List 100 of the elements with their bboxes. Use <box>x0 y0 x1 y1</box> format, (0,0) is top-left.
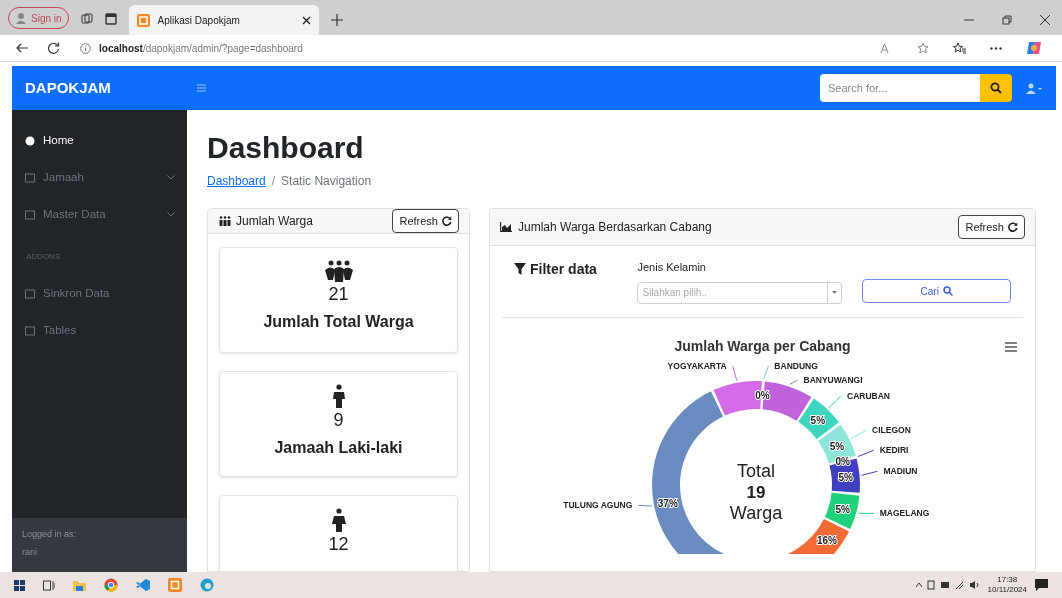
sidebar-item[interactable]: Master Data <box>12 196 187 233</box>
folder-icon[interactable] <box>73 579 86 591</box>
stat-value: 12 <box>328 533 349 556</box>
search-icon <box>942 286 953 296</box>
tab-title: Aplikasi Dapokjam <box>157 13 241 28</box>
refresh-button[interactable]: Refresh <box>958 215 1025 239</box>
slice-value-label: 16% <box>816 534 837 546</box>
area-chart-icon <box>500 222 512 232</box>
chart-menu-icon[interactable] <box>1005 341 1017 352</box>
url-field[interactable]: localhost/dapokjam/admin/?page=dashboard <box>99 40 303 56</box>
slice-value-label: 5% <box>829 440 844 452</box>
breadcrumb-separator: / <box>271 173 276 190</box>
sidebar-item[interactable]: Tables <box>12 312 187 349</box>
gender-select[interactable]: Silahkan pilih.. <box>637 281 843 304</box>
leader-line <box>731 365 737 381</box>
chevron-icon <box>167 212 175 217</box>
search-icon[interactable] <box>990 82 1002 94</box>
person-icon <box>331 384 346 408</box>
card-title: Jumlah Warga Berdasarkan Cabang <box>518 219 712 236</box>
breadcrumb-current: Static Navigation <box>281 173 372 190</box>
field-label: Jenis Kelamin <box>637 260 707 275</box>
back-arrow-icon[interactable] <box>16 43 28 53</box>
chrome-browser-icon[interactable] <box>104 578 118 592</box>
xampp-icon[interactable] <box>168 578 182 592</box>
star-icon[interactable] <box>917 42 929 54</box>
slice-category-label: MADIUN <box>883 465 917 476</box>
more-icon[interactable] <box>990 46 1002 50</box>
workspaces-icon[interactable] <box>80 13 93 25</box>
slice-value-label: 37% <box>657 497 678 509</box>
site-favicon <box>136 13 150 27</box>
close-icon[interactable] <box>1040 15 1050 25</box>
breadcrumb-link[interactable]: Dashboard <box>207 172 266 190</box>
leader-line <box>762 365 769 380</box>
reload-icon[interactable] <box>48 42 60 54</box>
nav-item-icon <box>25 172 35 183</box>
slice-category-label: MAGELANG <box>879 507 929 518</box>
clock-date: 10/11/2024 <box>987 585 1027 595</box>
user-dropdown-icon[interactable] <box>1026 82 1042 94</box>
nav-item-icon <box>25 135 35 146</box>
slice-category-label: YOGYAKARTA <box>667 360 727 371</box>
brand-title: DAPOKJAM <box>24 77 112 98</box>
slice-category-label: CARUBAN <box>846 390 890 401</box>
people-group-icon <box>218 216 232 226</box>
leader-line <box>857 512 874 514</box>
close-icon[interactable] <box>301 15 311 25</box>
edge-browser-icon[interactable] <box>200 578 214 592</box>
stat-value: 21 <box>328 283 349 306</box>
slice-value-label: 5% <box>810 414 825 426</box>
refresh-button[interactable]: Refresh <box>392 209 459 233</box>
clock-time: 17:38 <box>997 575 1018 585</box>
people-group-icon <box>322 260 355 282</box>
nav-item-icon <box>25 325 35 336</box>
code-editor-icon[interactable] <box>136 578 150 592</box>
sidebar-item[interactable]: Home <box>12 122 187 159</box>
slice-category-label: CILEGON <box>871 424 911 435</box>
sidebar-item[interactable]: Sinkron Data <box>12 275 187 312</box>
info-icon[interactable] <box>80 42 91 54</box>
leader-line <box>637 504 653 507</box>
search-button[interactable]: Cari <box>862 279 1011 303</box>
card-title: Jumlah Warga <box>236 213 313 230</box>
dropdown-caret-icon <box>832 291 838 294</box>
person-icon <box>330 508 347 532</box>
browser-tab[interactable]: Aplikasi Dapokjam <box>128 5 319 35</box>
stat-label: Jamaah Laki-laki <box>274 438 403 458</box>
slice-category-label: BANYUWANGI <box>803 374 863 385</box>
donut-center-caption: Total <box>736 460 775 481</box>
leader-line <box>827 395 842 408</box>
nav-item-icon <box>25 288 35 299</box>
user-icon <box>15 12 27 24</box>
slice-category-label: TULUNG AGUNG <box>562 499 632 510</box>
tray-icons-drawing[interactable] <box>915 580 980 590</box>
new-tab-icon[interactable] <box>330 14 343 26</box>
leader-line <box>860 470 878 476</box>
start-icon[interactable] <box>14 579 25 591</box>
slice-category-label: KEDIRI <box>879 444 908 455</box>
refresh-icon <box>1008 222 1018 232</box>
donut-center-caption: Warga <box>729 502 782 523</box>
refresh-icon <box>442 216 452 226</box>
slice-category-label: BANDUNG <box>773 360 818 371</box>
leader-line <box>788 379 798 385</box>
logged-in-user: rani <box>22 545 38 559</box>
restore-icon[interactable] <box>1002 15 1012 25</box>
tab-actions-icon[interactable] <box>104 13 117 25</box>
filter-heading: Filter data <box>530 260 597 279</box>
task-view-icon[interactable] <box>43 579 55 591</box>
donut-center-value: 19 <box>746 482 765 502</box>
slice-value-label: 5% <box>835 503 850 515</box>
favorites-icon[interactable] <box>953 42 966 54</box>
sidebar-heading: ADDONS <box>25 251 62 263</box>
leader-line <box>850 429 867 439</box>
page-title: Dashboard <box>207 130 365 166</box>
notification-icon[interactable] <box>1035 579 1048 591</box>
copilot-icon[interactable] <box>1026 40 1042 56</box>
sidebar-item[interactable]: Jamaah <box>12 159 187 196</box>
slice-value-label: 0% <box>834 455 850 467</box>
nav-item-icon <box>25 209 35 220</box>
slice-value-label: 5% <box>837 471 853 483</box>
filter-icon <box>514 263 526 275</box>
stat-label: Jumlah Total Warga <box>263 312 414 332</box>
stat-value: 9 <box>333 409 344 432</box>
